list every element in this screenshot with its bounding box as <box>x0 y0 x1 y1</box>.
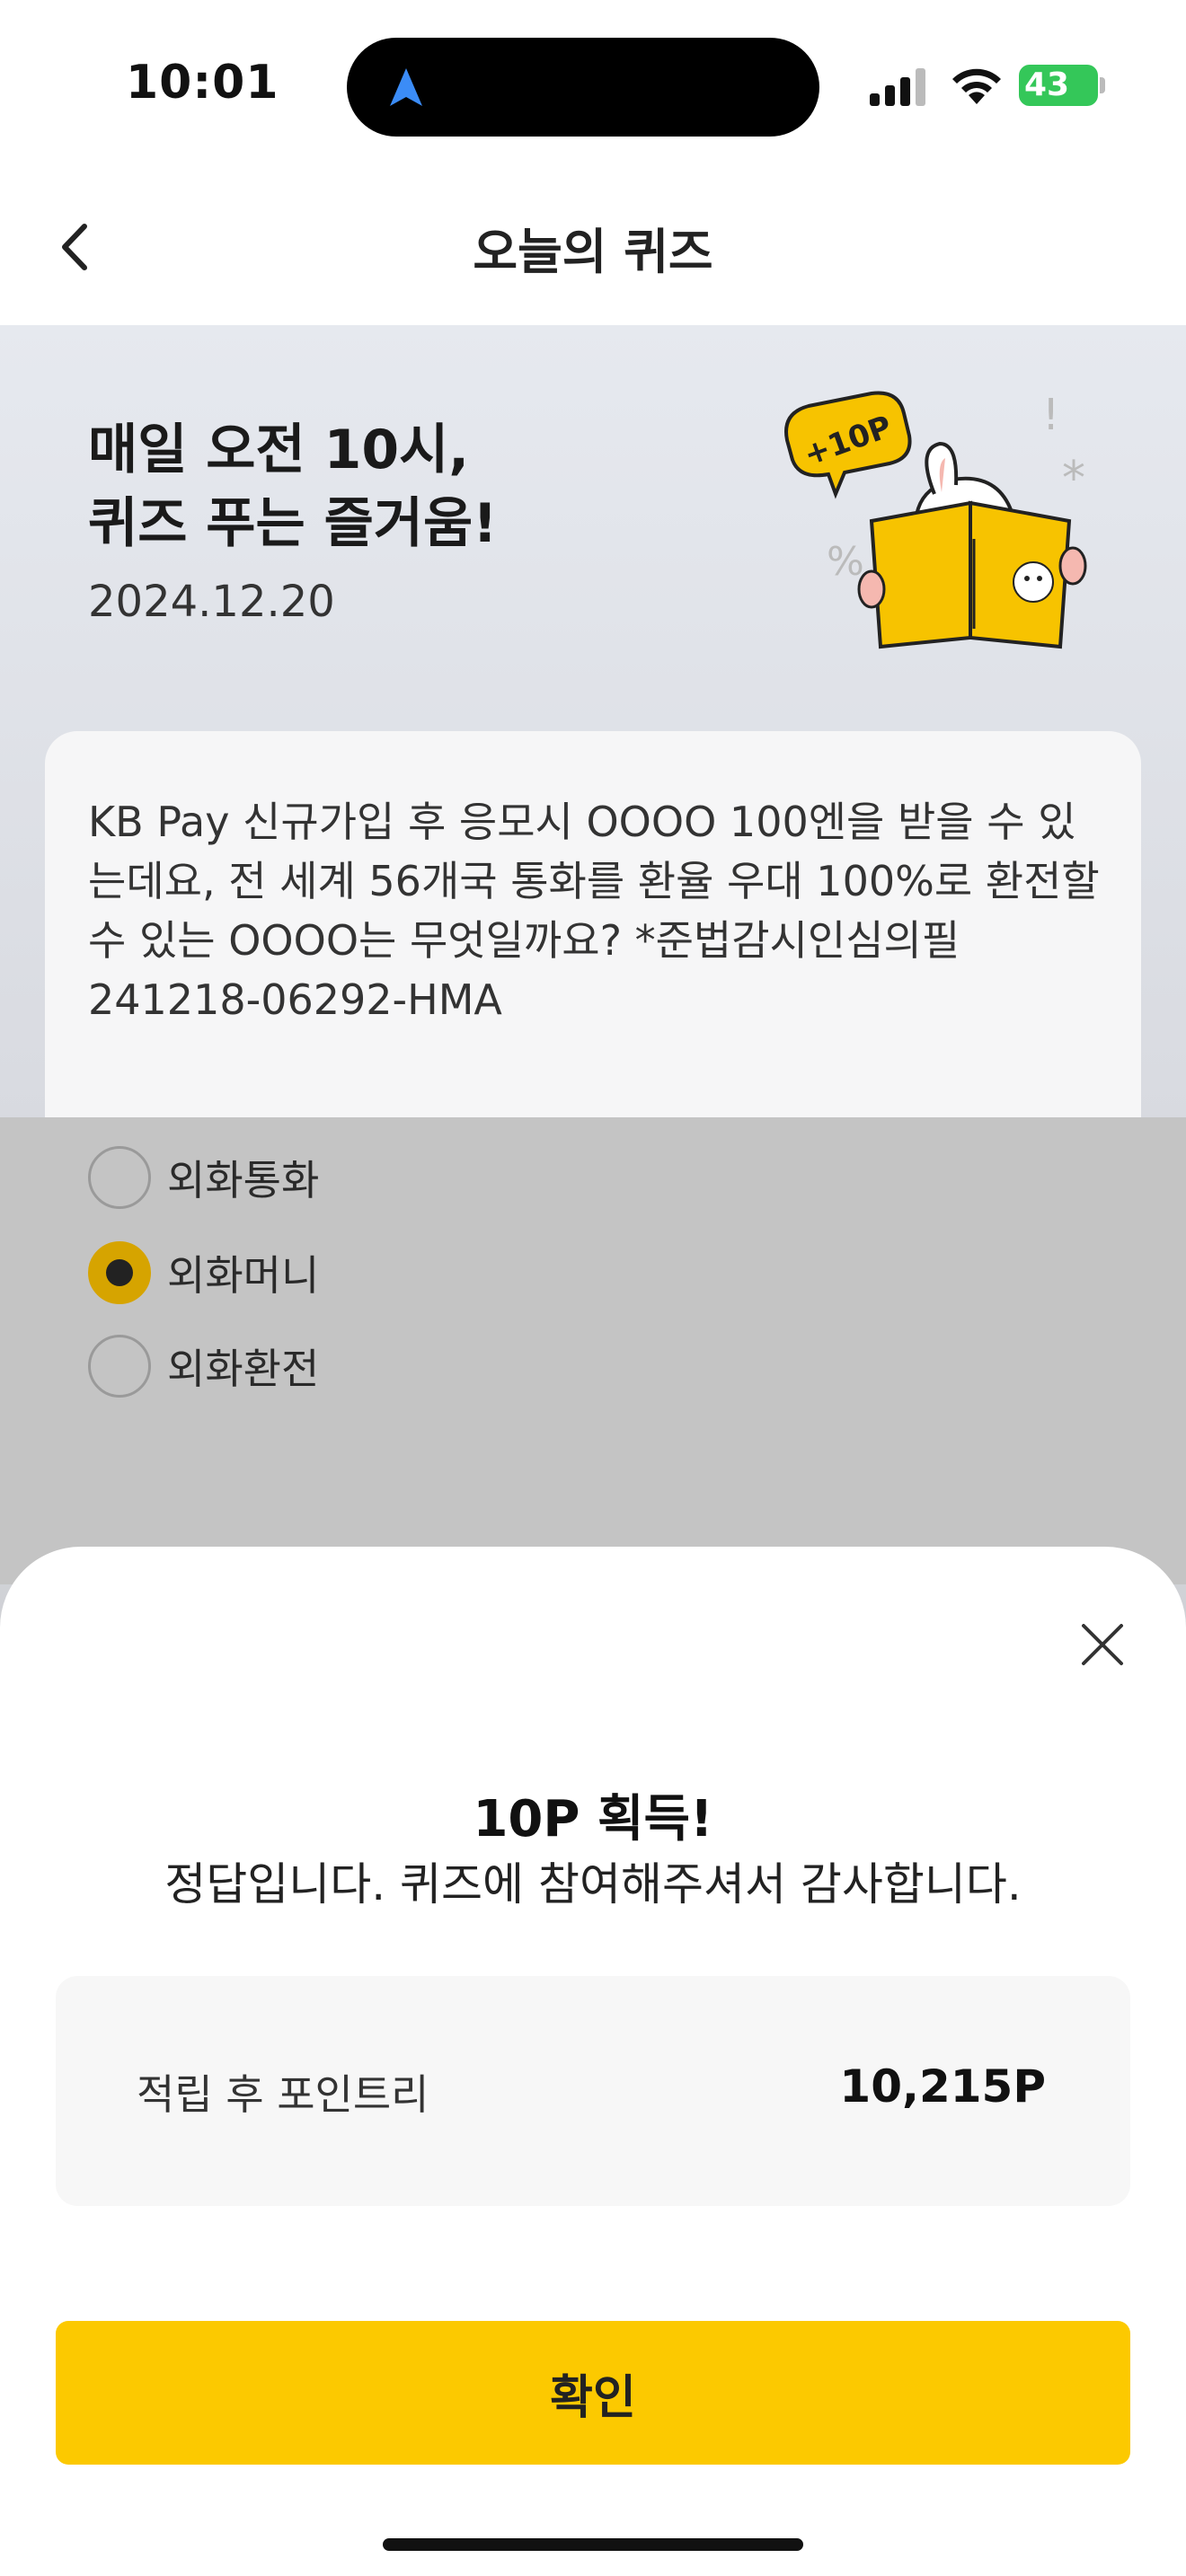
hero-title: 매일 오전 10시, 퀴즈 푸는 즐거움! <box>88 413 498 560</box>
page-title: 오늘의 퀴즈 <box>473 224 713 280</box>
radio-selected[interactable] <box>88 1241 151 1304</box>
svg-text:!: ! <box>1042 390 1059 440</box>
quiz-option-1[interactable]: 외화통화 <box>88 1144 319 1211</box>
radio-dot <box>106 1259 133 1286</box>
wifi-icon <box>952 68 1001 104</box>
result-title: 10P 획득! <box>473 1790 713 1848</box>
result-message: 정답입니다. 퀴즈에 참여해주셔서 감사합니다. <box>164 1858 1022 1910</box>
close-icon[interactable] <box>1071 1613 1134 1676</box>
battery-icon: 43 <box>1019 65 1098 106</box>
signal-icon <box>870 68 925 106</box>
confirm-button[interactable]: 확인 <box>56 2321 1130 2465</box>
quiz-option-label: 외화머니 <box>167 1251 320 1300</box>
svg-text:%: % <box>827 539 864 585</box>
quiz-option-3[interactable]: 외화환전 <box>88 1333 319 1399</box>
points-value: 10,215P <box>839 2060 1046 2113</box>
dynamic-island <box>347 38 819 137</box>
quiz-date: 2024.12.20 <box>88 577 335 627</box>
quiz-question: KB Pay 신규가입 후 응모시 OOOO 100엔을 받을 수 있는데요, … <box>88 798 1100 1024</box>
mascot-illustration: +10P ! * % <box>784 390 1087 649</box>
svg-text:*: * <box>1062 452 1085 506</box>
radio-unselected[interactable] <box>88 1146 151 1209</box>
quiz-option-label: 외화통화 <box>167 1156 320 1204</box>
home-indicator[interactable] <box>383 2538 803 2551</box>
location-arrow-icon <box>390 68 422 106</box>
status-time: 10:01 <box>126 56 279 110</box>
quiz-option-label: 외화환전 <box>167 1345 320 1393</box>
hero-title-line2: 퀴즈 푸는 즐거움! <box>88 492 498 555</box>
status-bar: 10:01 43 <box>0 0 1186 171</box>
battery-cap <box>1100 77 1105 93</box>
points-bubble: +10P <box>784 391 912 499</box>
points-label: 적립 후 포인트리 <box>137 2070 429 2119</box>
hero-title-line1: 매일 오전 10시, <box>88 419 470 481</box>
header: 오늘의 퀴즈 <box>0 171 1186 325</box>
quiz-option-2[interactable]: 외화머니 <box>88 1239 319 1306</box>
radio-unselected[interactable] <box>88 1335 151 1398</box>
